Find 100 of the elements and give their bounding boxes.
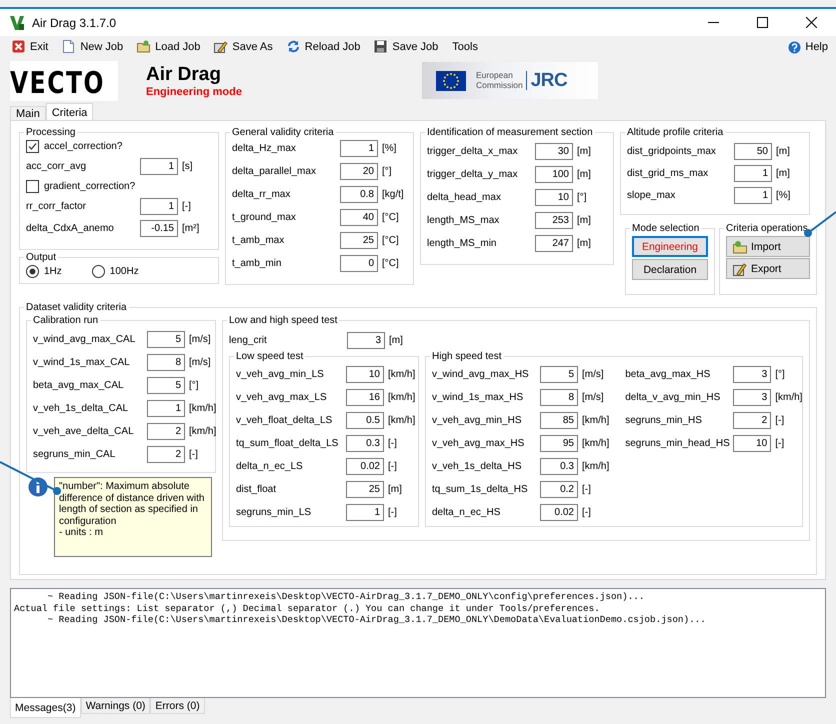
- unit-label: [°]: [382, 166, 393, 177]
- input-field[interactable]: 0.3: [540, 458, 578, 475]
- field-label: leng_crit: [229, 335, 268, 346]
- input-field[interactable]: 2: [147, 446, 185, 463]
- input-field[interactable]: 247: [535, 235, 573, 252]
- input-field[interactable]: 85: [540, 412, 578, 429]
- tab[interactable]: Messages(3): [10, 698, 81, 718]
- unit-label: [km/h]: [388, 369, 416, 380]
- field-label: v_veh_1s_delta_HS: [432, 461, 523, 472]
- input-field[interactable]: 5: [147, 331, 185, 348]
- field-label: segruns_min_HS: [625, 415, 703, 426]
- log-line: ~ Reading JSON-file(C:\Users\martinrexeis\Desktop\VECTO-AirDrag_3.1.7_DEMO_ONLY\DemoData\EvaluationDemo.csjob.json)...: [46, 614, 707, 626]
- field-label: beta_avg_max_CAL: [33, 380, 125, 391]
- export-button[interactable]: Export: [726, 258, 810, 279]
- input-field[interactable]: 1: [734, 187, 772, 204]
- input-field[interactable]: 40: [340, 209, 378, 226]
- input-field[interactable]: 1: [147, 400, 185, 417]
- input-field[interactable]: 0.3: [346, 435, 384, 452]
- unit-label: [km/h]: [775, 392, 802, 403]
- menu-item[interactable]: Reload Job: [286, 40, 360, 54]
- eu-label: European: [476, 70, 514, 80]
- field-label: segruns_min_CAL: [33, 449, 116, 460]
- help-menu[interactable]: Help: [788, 40, 828, 54]
- input-field[interactable]: 1: [734, 165, 772, 182]
- close-icon[interactable]: [806, 17, 817, 28]
- unit-label: [km/h]: [582, 461, 610, 472]
- unit-label: [m]: [389, 335, 404, 346]
- tab[interactable]: Warnings (0): [80, 698, 150, 714]
- input-field[interactable]: 25: [340, 232, 378, 249]
- input-field[interactable]: 0.02: [346, 458, 384, 475]
- input-field[interactable]: 0.5: [346, 412, 384, 429]
- radio-button[interactable]: [92, 265, 105, 278]
- input-field[interactable]: -0.15: [140, 220, 178, 237]
- group-title: Output: [25, 252, 58, 263]
- input-field[interactable]: 2: [147, 423, 185, 440]
- menu-item[interactable]: Save Job: [374, 40, 438, 54]
- input-field[interactable]: 10: [535, 189, 573, 206]
- checkbox[interactable]: [26, 140, 39, 153]
- field-label: segruns_min_LS: [236, 507, 312, 518]
- input-field[interactable]: 30: [535, 143, 573, 160]
- input-field[interactable]: 16: [346, 389, 384, 406]
- group-title: Criteria operations: [725, 223, 809, 234]
- unit-label: [m]: [577, 146, 592, 157]
- input-field[interactable]: 8: [147, 354, 185, 371]
- unit-label: [-]: [775, 438, 786, 449]
- field-label: trigger_delta_x_max: [427, 146, 519, 157]
- input-field[interactable]: 100: [535, 166, 573, 183]
- logo-text: VECTO: [10, 68, 105, 98]
- field-label: v_veh_avg_max_HS: [432, 438, 526, 449]
- input-field[interactable]: 25: [346, 481, 384, 498]
- menu-item[interactable]: Save As: [214, 40, 273, 54]
- mode-button[interactable]: Declaration: [632, 259, 708, 280]
- input-field[interactable]: 253: [535, 212, 573, 229]
- input-field[interactable]: 0: [340, 255, 378, 272]
- input-field[interactable]: 10: [346, 366, 384, 383]
- radio-button[interactable]: [26, 265, 39, 278]
- menu-item[interactable]: New Job: [62, 40, 124, 54]
- input-field[interactable]: 95: [540, 435, 578, 452]
- group-title: Processing: [25, 127, 76, 138]
- input-field[interactable]: 0.02: [540, 504, 578, 521]
- input-field[interactable]: 5: [540, 366, 578, 383]
- maximize-icon[interactable]: [757, 17, 768, 28]
- input-field[interactable]: 1: [340, 140, 378, 157]
- tooltip-text: - units : m: [59, 527, 104, 538]
- input-field[interactable]: 0.2: [540, 481, 578, 498]
- field-label: v_veh_avg_max_LS: [236, 392, 328, 403]
- field-label: tq_sum_1s_delta_HS: [432, 484, 529, 495]
- unit-label: [m]: [388, 484, 403, 495]
- menu-item[interactable]: Load Job: [137, 40, 200, 54]
- input-field[interactable]: 3: [733, 389, 772, 406]
- input-field[interactable]: 8: [540, 389, 578, 406]
- unit-label: [kg/t]: [382, 189, 405, 200]
- field-label: delta_head_max: [427, 192, 502, 203]
- tab[interactable]: Errors (0): [150, 698, 205, 714]
- input-field[interactable]: 1: [140, 158, 178, 175]
- input-field[interactable]: 0.8: [340, 186, 378, 203]
- unit-label: [-]: [582, 507, 592, 518]
- tab[interactable]: Criteria: [46, 103, 94, 120]
- checkbox[interactable]: [26, 180, 39, 193]
- reload-icon: [286, 40, 301, 54]
- unit-label: [km/h]: [582, 415, 610, 426]
- group-title: Low speed test: [235, 351, 304, 362]
- tab[interactable]: Main: [10, 106, 46, 120]
- input-field[interactable]: 20: [340, 163, 378, 180]
- field-label: delta_parallel_max: [232, 166, 317, 177]
- checkbox-label: gradient_correction?: [44, 181, 136, 192]
- input-field[interactable]: 5: [147, 377, 185, 394]
- group-title: High speed test: [431, 351, 502, 362]
- input-field[interactable]: 3: [733, 366, 772, 383]
- input-field[interactable]: 1: [140, 198, 178, 215]
- input-field[interactable]: 10: [733, 435, 772, 452]
- import-button[interactable]: Import: [726, 236, 810, 257]
- input-field[interactable]: 50: [734, 143, 772, 160]
- input-field[interactable]: 3: [347, 332, 385, 349]
- eu-label: Commission: [476, 80, 523, 90]
- unit-label: [°C]: [382, 235, 400, 246]
- input-field[interactable]: 2: [733, 412, 772, 429]
- menu-item[interactable]: Exit: [12, 40, 48, 54]
- input-field[interactable]: 1: [346, 504, 384, 521]
- menu-item[interactable]: Tools: [452, 41, 478, 53]
